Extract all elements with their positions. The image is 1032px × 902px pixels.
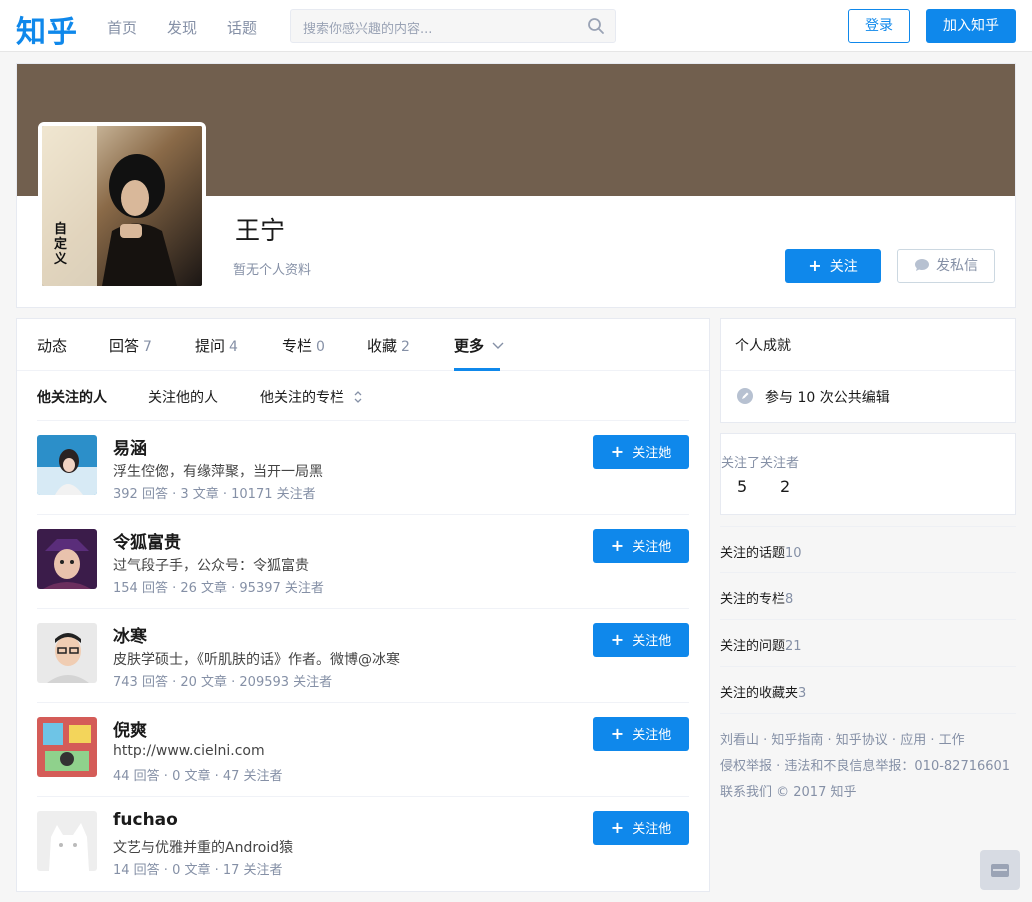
achievement-card: 个人成就 参与 10 次公共编辑 xyxy=(720,318,1016,423)
person-stats: 14 回答 · 0 文章 · 17 关注者 xyxy=(113,863,283,878)
person-name[interactable]: 令狐富贵 xyxy=(113,528,181,553)
avatar[interactable] xyxy=(37,717,97,777)
person-stats: 743 回答 · 20 文章 · 209593 关注者 xyxy=(113,675,333,690)
message-label: 发私信 xyxy=(936,258,978,274)
login-button[interactable]: 登录 xyxy=(848,9,910,43)
search-placeholder: 搜索你感兴趣的内容... xyxy=(303,22,433,37)
follow-person-button[interactable]: + 关注他 xyxy=(593,623,689,657)
follow-button[interactable]: + 关注 xyxy=(785,249,881,283)
plus-icon: + xyxy=(808,256,822,275)
person-stats: 392 回答 · 3 文章 · 10171 关注者 xyxy=(113,487,316,502)
list-item: 冰寒 皮肤学硕士，《听肌肤的话》作者。微博@冰寒 743 回答 · 20 文章 … xyxy=(37,609,689,703)
follower-count[interactable]: 2 xyxy=(780,477,790,496)
avatar[interactable] xyxy=(37,529,97,589)
follow-counts-card: 关注了关注者 5 2 xyxy=(720,433,1016,515)
plus-icon: + xyxy=(610,536,625,555)
subtab-followers[interactable]: 关注他的人 xyxy=(148,387,218,407)
sort-icon xyxy=(354,391,362,403)
person-name[interactable]: 冰寒 xyxy=(113,622,147,647)
main-card: 动态 回答 7 提问 4 专栏 0 收藏 2 更多 他关注的人 关注他的人 他关注的专栏… xyxy=(16,318,710,892)
follow-person-button[interactable]: + 关注他 xyxy=(593,717,689,751)
person-bio: 浮生倥偬，有缘萍聚，当开一局黑 xyxy=(113,464,323,480)
follow-person-button[interactable]: + 关注他 xyxy=(593,529,689,563)
avatar[interactable]: 自定义 xyxy=(38,122,206,290)
avatar[interactable] xyxy=(37,623,97,683)
user-name: 王宁 xyxy=(235,216,286,245)
followed-columns-link[interactable]: 关注的专栏8 xyxy=(720,573,1016,620)
person-name[interactable]: fuchao xyxy=(113,810,178,830)
tab-collections[interactable]: 收藏 2 xyxy=(367,335,410,356)
feedback-button[interactable] xyxy=(980,850,1020,890)
nav-topics[interactable]: 话题 xyxy=(227,17,257,38)
nav-explore[interactable]: 发现 xyxy=(167,17,197,38)
person-stats: 44 回答 · 0 文章 · 47 关注者 xyxy=(113,769,283,784)
avatar-title-text: 自定义 xyxy=(54,222,68,267)
chevron-down-icon xyxy=(492,342,504,349)
follow-person-button[interactable]: + 关注她 xyxy=(593,435,689,469)
person-stats: 154 回答 · 26 文章 · 95397 关注者 xyxy=(113,581,324,596)
plus-icon: + xyxy=(610,724,625,743)
follow-label: 关注 xyxy=(829,259,858,275)
followed-questions-link[interactable]: 关注的问题21 xyxy=(720,620,1016,667)
avatar[interactable] xyxy=(37,811,97,871)
inbox-icon xyxy=(991,864,1009,877)
avatar[interactable] xyxy=(37,435,97,495)
person-bio: 过气段子手，公众号：令狐富贵 xyxy=(113,558,309,574)
profile-tabs: 动态 回答 7 提问 4 专栏 0 收藏 2 更多 xyxy=(17,319,709,371)
subtab-following[interactable]: 他关注的人 xyxy=(37,387,107,407)
plus-icon: + xyxy=(610,442,625,461)
list-item: 倪爽 http://www.cielni.com 44 回答 · 0 文章 · … xyxy=(37,703,689,797)
tab-activity[interactable]: 动态 xyxy=(37,335,67,356)
follow-person-button[interactable]: + 关注他 xyxy=(593,811,689,845)
achievement-title: 个人成就 xyxy=(735,338,791,354)
person-bio: 文艺与优雅并重的Android猿 xyxy=(113,840,294,856)
followed-topics-link[interactable]: 关注的话题10 xyxy=(720,526,1016,573)
top-bar: 知乎 首页 发现 话题 搜索你感兴趣的内容... 登录 加入知乎 xyxy=(0,0,1032,52)
footer-line-3[interactable]: 联系我们 © 2017 知乎 xyxy=(720,781,856,800)
follow-subtabs: 他关注的人 关注他的人 他关注的专栏 xyxy=(37,371,689,421)
list-item: fuchao 文艺与优雅并重的Android猿 14 回答 · 0 文章 · 1… xyxy=(37,797,689,891)
tab-columns[interactable]: 专栏 0 xyxy=(282,335,325,356)
zhihu-logo[interactable]: 知乎 xyxy=(16,7,78,51)
tab-answers[interactable]: 回答 7 xyxy=(109,335,152,356)
nav-home[interactable]: 首页 xyxy=(107,17,137,38)
achievement-item: 参与 10 次公共编辑 xyxy=(765,390,890,406)
follow-counts-header: 关注了关注者 xyxy=(721,456,800,471)
tab-more[interactable]: 更多 xyxy=(454,335,504,356)
followed-collections-link[interactable]: 关注的收藏夹3 xyxy=(720,667,1016,714)
user-description: 暂无个人资料 xyxy=(233,263,312,278)
edit-icon xyxy=(737,388,753,404)
person-bio: http://www.cielni.com xyxy=(113,743,265,759)
plus-icon: + xyxy=(610,818,625,837)
footer-line-2[interactable]: 侵权举报 · 违法和不良信息举报：010-82716601 xyxy=(720,755,1010,774)
chat-bubble-icon xyxy=(915,259,929,271)
subtab-followed-columns[interactable]: 他关注的专栏 xyxy=(260,387,363,407)
divider xyxy=(721,370,1015,371)
search-icon[interactable] xyxy=(587,17,605,35)
footer-line-1[interactable]: 刘看山 · 知乎指南 · 知乎协议 · 应用 · 工作 xyxy=(720,729,965,748)
profile-header: 自定义 王宁 暂无个人资料 + 关注 发私信 xyxy=(16,63,1016,308)
person-bio: 皮肤学硕士，《听肌肤的话》作者。微博@冰寒 xyxy=(113,652,400,668)
search-input[interactable]: 搜索你感兴趣的内容... xyxy=(290,9,616,43)
list-item: 易涵 浮生倥偬，有缘萍聚，当开一局黑 392 回答 · 3 文章 · 10171… xyxy=(37,421,689,515)
plus-icon: + xyxy=(610,630,625,649)
message-button[interactable]: 发私信 xyxy=(897,249,995,283)
person-name[interactable]: 倪爽 xyxy=(113,716,147,741)
following-count[interactable]: 5 xyxy=(737,477,747,496)
join-button[interactable]: 加入知乎 xyxy=(926,9,1016,43)
list-item: 令狐富贵 过气段子手，公众号：令狐富贵 154 回答 · 26 文章 · 953… xyxy=(37,515,689,609)
tab-questions[interactable]: 提问 4 xyxy=(195,335,238,356)
person-name[interactable]: 易涵 xyxy=(113,434,147,459)
